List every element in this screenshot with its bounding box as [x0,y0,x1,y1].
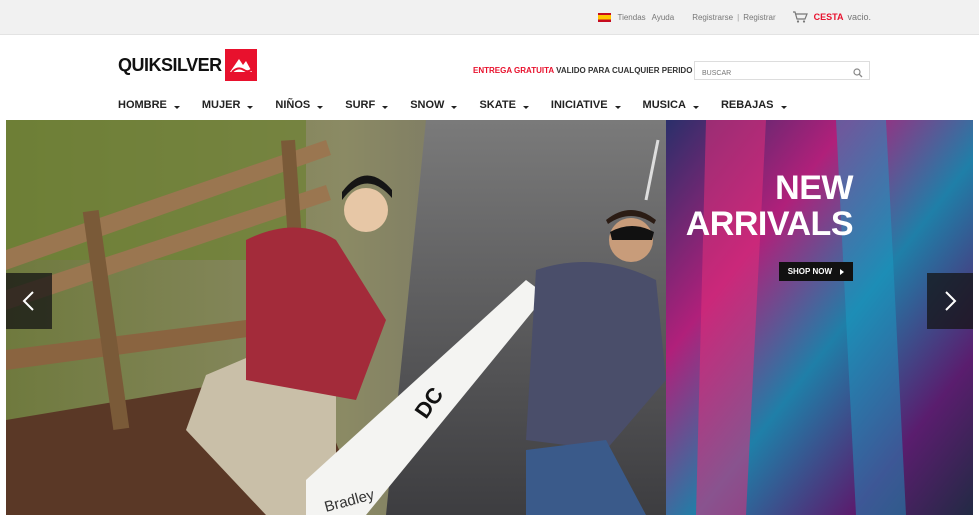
search-input[interactable] [695,66,842,81]
nav-label: REBAJAS [720,99,774,111]
logo-wordmark: QUIKSILVER [118,54,222,75]
caret-down-icon [317,106,324,109]
caret-down-icon [451,106,458,109]
stores-link[interactable]: Tiendas [617,13,645,22]
nav-item-snow[interactable]: SNOW [410,95,458,111]
nav-item-hombre[interactable]: HOMBRE [118,95,180,111]
promo-text: VALIDO PARA CUALQUIER PERIDO [556,66,693,75]
carousel-prev-button[interactable] [6,273,52,329]
shop-now-label: SHOP NOW [787,267,832,276]
shop-now-button[interactable]: SHOP NOW [778,262,853,281]
nav-item-iniciative[interactable]: INICIATIVE [551,95,621,111]
search-box [694,61,870,83]
nav-label: MUJER [201,99,241,111]
caret-down-icon [692,106,699,109]
nav-label: HOMBRE [118,99,167,111]
headline-line-2: ARRIVALS [685,205,854,243]
nav-item-mujer[interactable]: MUJER [202,95,254,111]
spain-flag-icon[interactable] [598,12,612,22]
cart-link[interactable]: CESTA [814,12,844,22]
hero-banner[interactable]: DC Bradley NEW ARRIVALS SHOP NOW [6,120,973,515]
nav-item-skate[interactable]: SKATE [479,95,529,111]
nav-item-ninos[interactable]: NIÑOS [275,95,324,111]
nav-label: SURF [345,99,376,111]
nav-label: MUSICA [642,99,686,111]
top-utility-links: Tiendas Ayuda Registrarse | Registrar CE… [598,11,871,23]
quiksilver-logo[interactable]: QUIKSILVER [118,49,257,81]
nav-label: NIÑOS [275,99,311,111]
top-utility-bar: Tiendas Ayuda Registrarse | Registrar CE… [0,0,979,35]
promo-highlight: ENTREGA GRATUITA [473,66,554,75]
caret-down-icon [614,106,621,109]
nav-item-rebajas[interactable]: REBAJAS [721,95,787,111]
nav-label: INICIATIVE [550,99,608,111]
caret-down-icon [382,106,389,109]
caret-down-icon [780,106,787,109]
caret-down-icon [522,106,529,109]
carousel-next-button[interactable] [927,273,973,329]
register-link[interactable]: Registrarse [692,13,733,22]
nav-item-surf[interactable]: SURF [345,95,389,111]
headline-line-1: NEW [775,169,853,207]
caret-down-icon [173,106,180,109]
link-separator: | [737,12,740,22]
shopping-cart-icon[interactable] [792,11,808,23]
free-delivery-promo: ENTREGA GRATUITA VALIDO PARA CUALQUIER P… [473,66,692,75]
nav-item-musica[interactable]: MUSICA [643,95,699,111]
register-link-secondary[interactable]: Registrar [743,13,775,22]
search-icon[interactable] [853,65,863,83]
help-link[interactable]: Ayuda [652,13,675,22]
chevron-right-icon [945,291,957,311]
nav-label: SNOW [410,99,445,111]
chevron-left-icon [22,291,34,311]
hero-headline: NEW ARRIVALS [685,169,854,243]
play-arrow-icon [840,268,844,275]
mountain-wave-logo-icon [224,49,257,81]
cart-status: vacio. [847,12,871,22]
main-navigation: HOMBRE MUJER NIÑOS SURF SNOW SKATE INICI… [118,95,809,111]
caret-down-icon [247,106,254,109]
nav-label: SKATE [479,99,516,111]
